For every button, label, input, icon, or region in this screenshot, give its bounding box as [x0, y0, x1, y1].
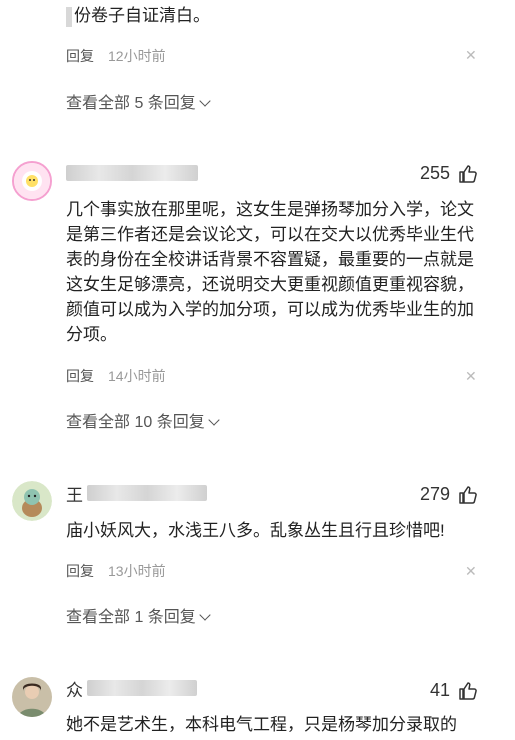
username[interactable]: [66, 165, 198, 183]
chevron-down-icon: [199, 609, 211, 621]
username[interactable]: 王: [66, 484, 207, 505]
like-count: 41: [430, 680, 451, 700]
reply-button[interactable]: 回复: [66, 48, 94, 64]
timestamp: 13小时前: [108, 563, 166, 579]
thumb-up-icon[interactable]: [458, 164, 478, 184]
timestamp: 12小时前: [108, 48, 166, 64]
avatar[interactable]: [12, 481, 52, 521]
reply-button[interactable]: 回复: [66, 563, 94, 579]
thumb-up-icon[interactable]: [458, 681, 478, 701]
blurred-char: [66, 6, 72, 27]
view-all-label: 查看全部 10 条回复: [66, 414, 205, 431]
reply-button[interactable]: 回复: [66, 368, 94, 384]
cartoon-avatar-icon: [12, 481, 52, 521]
view-all-replies-link[interactable]: 查看全部 10 条回复: [66, 408, 220, 432]
chevron-down-icon: [199, 95, 211, 107]
username-prefix: 众: [66, 680, 83, 700]
close-icon[interactable]: ✕: [465, 368, 477, 385]
blurred-username: [87, 680, 197, 696]
view-all-replies-link[interactable]: 查看全部 5 条回复: [66, 89, 211, 113]
comment-meta: 回复 14小时前: [66, 366, 166, 386]
view-all-label: 查看全部 5 条回复: [66, 95, 196, 112]
comment-meta: 回复 13小时前: [66, 561, 166, 581]
comment-text: 几个事实放在那里呢，这女生是弹扬琴加分入学，论文是第三作者还是会议论文，可以在交…: [66, 200, 474, 344]
chevron-down-icon: [208, 414, 220, 426]
comment-text: 庙小妖风大，水浅王八多。乱象丛生且行且珍惜吧!: [66, 521, 445, 540]
like-count: 255: [420, 163, 451, 183]
username-prefix: 王: [66, 485, 83, 505]
view-all-label: 查看全部 1 条回复: [66, 609, 196, 626]
comment-text-partial: 份卷子自证清白。: [66, 3, 210, 28]
blurred-username: [87, 485, 207, 501]
username[interactable]: 众: [66, 679, 197, 700]
avatar[interactable]: [12, 677, 52, 717]
close-icon[interactable]: ✕: [465, 47, 477, 64]
flower-avatar-icon: [14, 163, 50, 199]
timestamp: 14小时前: [108, 368, 166, 384]
blurred-username: [66, 165, 198, 181]
photo-avatar-icon: [12, 677, 52, 717]
thumb-up-icon[interactable]: [458, 485, 478, 505]
like-count: 279: [420, 484, 451, 504]
close-icon[interactable]: ✕: [465, 563, 477, 580]
comment-meta: 回复 12小时前: [66, 46, 166, 66]
view-all-replies-link[interactable]: 查看全部 1 条回复: [66, 603, 211, 627]
comment-text: 她不是艺术生，本科电气工程，只是杨琴加分录取的: [66, 715, 457, 734]
avatar[interactable]: [12, 161, 52, 201]
